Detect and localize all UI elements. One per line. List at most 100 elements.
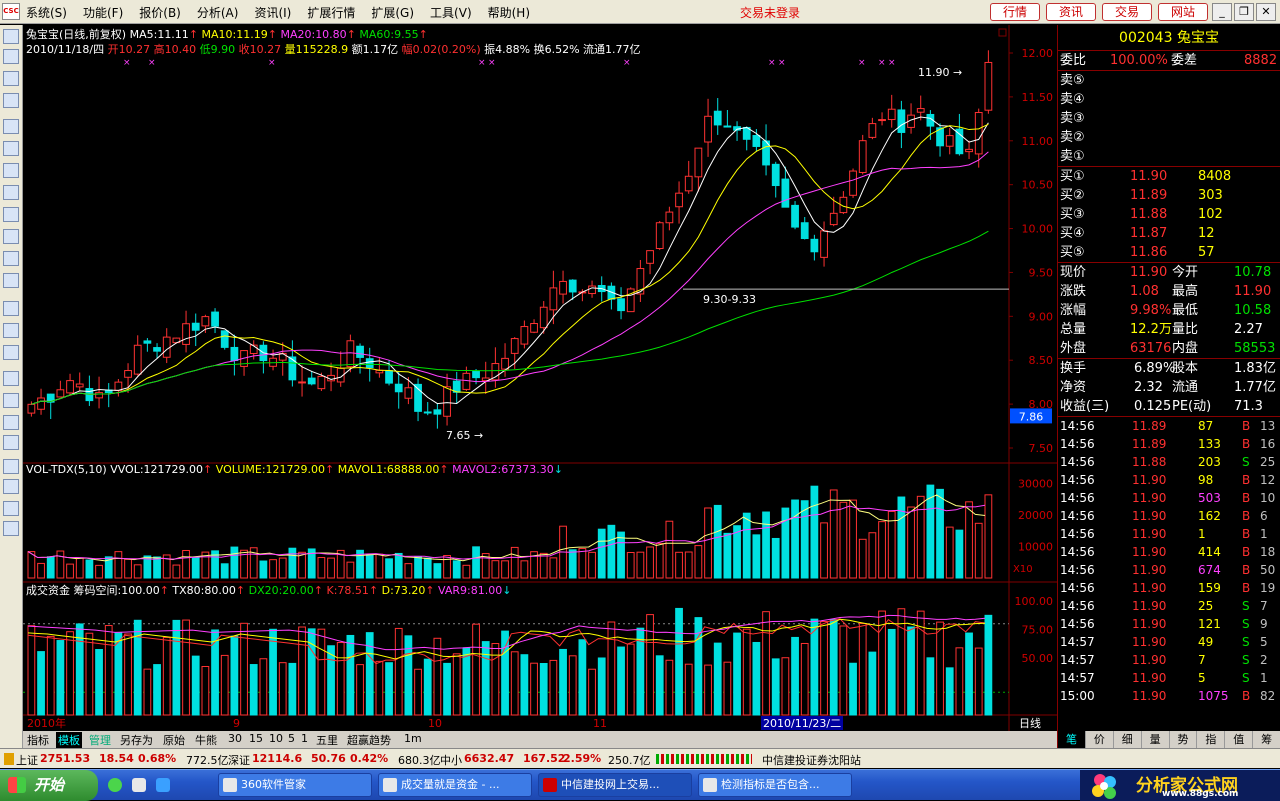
- tab-wuli[interactable]: 五里: [316, 732, 338, 748]
- users-icon[interactable]: [3, 207, 19, 222]
- tab-value[interactable]: 值: [1225, 731, 1254, 748]
- news-icon[interactable]: [3, 163, 19, 178]
- refresh-icon[interactable]: [3, 345, 19, 360]
- dollar-icon[interactable]: [3, 393, 19, 408]
- candle-body: [433, 409, 442, 415]
- menu-ext-quote[interactable]: 扩展行情: [307, 4, 355, 21]
- line-chart-icon[interactable]: [3, 71, 19, 86]
- chart-icon[interactable]: [3, 251, 19, 266]
- tab-15[interactable]: 15: [249, 732, 263, 745]
- tab-zhi[interactable]: 指: [1197, 731, 1226, 748]
- tab-indicator[interactable]: 指标: [27, 732, 49, 748]
- tab-1[interactable]: 1: [301, 732, 308, 745]
- export-icon[interactable]: [3, 435, 19, 450]
- quicklaunch-desktop-icon[interactable]: [156, 778, 170, 792]
- ind-bar: [240, 622, 248, 716]
- quicklaunch-app-icon[interactable]: [132, 778, 146, 792]
- menu-tools[interactable]: 工具(V): [430, 4, 472, 21]
- close-icon[interactable]: ✕: [1256, 3, 1276, 21]
- website-button[interactable]: 网站: [1158, 3, 1208, 21]
- tab-trend[interactable]: 超赢趋势: [347, 732, 391, 748]
- tab-template[interactable]: 模板: [56, 732, 82, 748]
- volume-bar: [491, 560, 500, 579]
- tick-icon[interactable]: [3, 49, 19, 64]
- trade-button[interactable]: 交易: [1102, 3, 1152, 21]
- stat2-value-2: 1.83亿: [1234, 361, 1276, 376]
- task-trading[interactable]: 中信建投网上交易...: [538, 773, 692, 797]
- tick-row: 14:56 11.88 203 S 25: [1058, 453, 1280, 471]
- task-formula[interactable]: 检测指标是否包含...: [698, 773, 852, 797]
- tab-bi[interactable]: 笔: [1058, 731, 1086, 748]
- report-icon[interactable]: [3, 119, 19, 134]
- tab-manage[interactable]: 管理: [89, 732, 111, 748]
- tab-5[interactable]: 5: [288, 732, 295, 745]
- news-button[interactable]: 资讯: [1046, 3, 1096, 21]
- sz-index: 12114.6: [252, 752, 303, 765]
- volume-bar: [713, 504, 722, 579]
- tab-original[interactable]: 原始: [163, 732, 185, 748]
- tab-jia[interactable]: 价: [1086, 731, 1114, 748]
- buy-label: 买⑤: [1060, 245, 1085, 260]
- candle-body: [858, 140, 867, 173]
- signal-marker: ×: [478, 58, 486, 68]
- tab-chou[interactable]: 筹: [1253, 731, 1280, 748]
- ma10-line: [31, 123, 989, 405]
- tick-time: 14:57: [1060, 671, 1095, 685]
- pencil-icon[interactable]: [3, 459, 19, 474]
- tab-xi[interactable]: 细: [1114, 731, 1142, 748]
- kline-icon[interactable]: [3, 93, 19, 108]
- volume-bar: [742, 512, 751, 579]
- arrow-down-icon[interactable]: [3, 521, 19, 536]
- tick-volume: 98: [1198, 473, 1214, 487]
- quicklaunch-ie-icon[interactable]: [108, 778, 122, 792]
- candle-body: [153, 347, 161, 352]
- chart-area[interactable]: 12.00 11.50 11.00 10.50 10.00 9.50 9.00 8.50 8.0…: [23, 25, 1057, 748]
- candle-body: [984, 61, 993, 111]
- tool-icon[interactable]: [3, 415, 19, 430]
- menu-extend[interactable]: 扩展(G): [371, 4, 414, 21]
- tick-count: 25: [1260, 455, 1276, 469]
- menu-analysis[interactable]: 分析(A): [197, 4, 239, 21]
- sell-level-row: 卖①: [1058, 147, 1280, 166]
- arrow-up-icon[interactable]: [3, 501, 19, 516]
- menu-function[interactable]: 功能(F): [83, 4, 123, 21]
- wave-icon[interactable]: [3, 301, 19, 316]
- minimize-icon[interactable]: _: [1212, 3, 1232, 21]
- tick-side: B: [1242, 581, 1251, 595]
- tick-side: S: [1242, 653, 1250, 667]
- quote-list-icon[interactable]: [3, 29, 19, 44]
- menu-system[interactable]: 系统(S): [26, 4, 67, 21]
- tab-liang[interactable]: 量: [1142, 731, 1170, 748]
- menu-info[interactable]: 资讯(I): [254, 4, 291, 21]
- quote-button[interactable]: 行情: [990, 3, 1040, 21]
- tab-save-as[interactable]: 另存为: [120, 732, 153, 748]
- table-icon[interactable]: [3, 141, 19, 156]
- tab-shi[interactable]: 势: [1170, 731, 1198, 748]
- grid-icon[interactable]: [3, 371, 19, 386]
- function-icon[interactable]: [3, 229, 19, 244]
- ind-bar: [298, 626, 306, 716]
- etf-icon[interactable]: [3, 273, 19, 288]
- bar-low: 低9.90: [199, 43, 236, 56]
- app-logo: CSC: [2, 3, 20, 20]
- tab-1m[interactable]: 1m: [404, 732, 422, 745]
- volume-bar: [182, 549, 190, 579]
- kline-chart-svg[interactable]: 12.0011.5011.0010.5010.009.509.008.508.0…: [23, 25, 1057, 731]
- stat2-value: 2.32: [1134, 380, 1163, 395]
- delete-icon[interactable]: [3, 479, 19, 494]
- candle-body: [820, 230, 828, 258]
- restore-icon[interactable]: ❐: [1234, 3, 1254, 21]
- ind-bar: [220, 654, 229, 716]
- tab-30[interactable]: 30: [228, 732, 242, 745]
- tab-bull-bear[interactable]: 牛熊: [195, 732, 217, 748]
- start-button[interactable]: 开始: [0, 770, 98, 801]
- task-360[interactable]: 360软件管家: [218, 773, 372, 797]
- volume-bar: [636, 551, 645, 579]
- menu-quote[interactable]: 报价(B): [139, 4, 181, 21]
- message-icon[interactable]: [3, 185, 19, 200]
- menu-help[interactable]: 帮助(H): [488, 4, 530, 21]
- tab-10[interactable]: 10: [269, 732, 283, 745]
- task-browser[interactable]: 成交量就是资金 - ...: [378, 773, 532, 797]
- candle-body: [385, 370, 393, 384]
- rsi-icon[interactable]: [3, 323, 19, 338]
